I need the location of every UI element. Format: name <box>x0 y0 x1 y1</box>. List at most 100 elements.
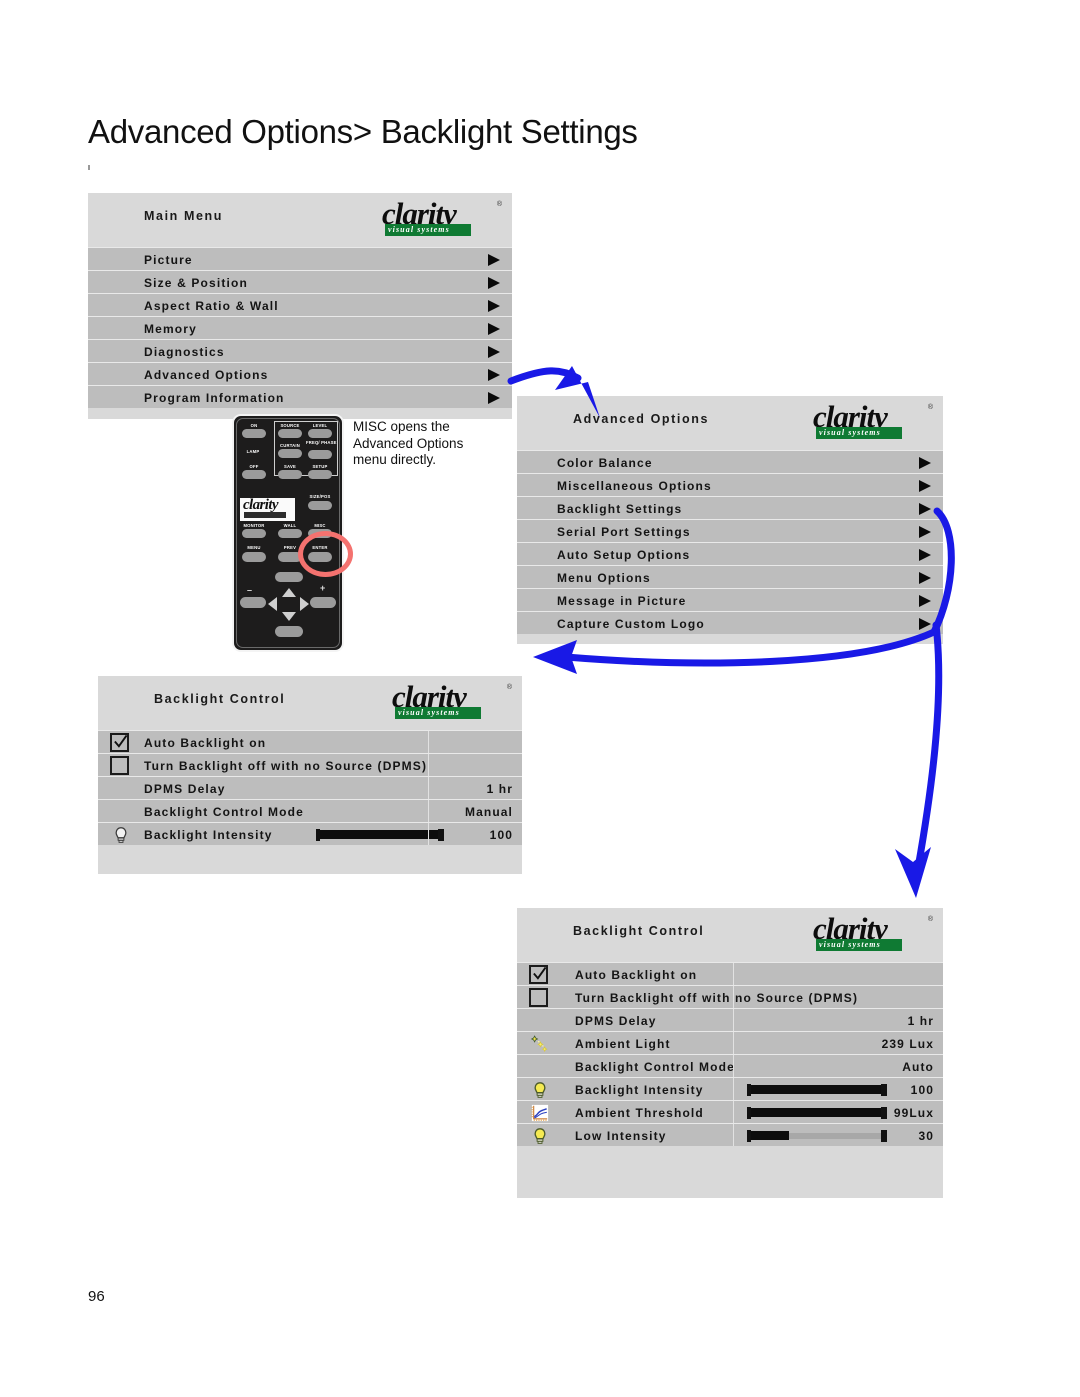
setting-row-turn-backlight-off-with-no-source-dpms[interactable]: Turn Backlight off with no Source (DPMS) <box>517 985 943 1008</box>
setting-row-backlight-intensity[interactable]: Backlight Intensity 100 <box>98 822 522 845</box>
slider-left-cap <box>747 1107 751 1119</box>
clarity-logo-tagline: visual systems <box>819 428 881 437</box>
remote-label-minus: – <box>247 585 253 595</box>
main-menu-item-memory[interactable]: Memory <box>88 316 512 339</box>
remote-label-freq-phase: FREQ/ PHASE <box>306 440 337 445</box>
setting-row-dpms-delay[interactable]: DPMS Delay 1 hr <box>517 1008 943 1031</box>
remote-button-setup[interactable] <box>308 470 332 479</box>
setting-row-dpms-delay[interactable]: DPMS Delay 1 hr <box>98 776 522 799</box>
checkbox-checked[interactable] <box>110 733 129 752</box>
advanced-option-item-auto-setup-options[interactable]: Auto Setup Options <box>517 542 943 565</box>
column-divider <box>733 1009 734 1031</box>
remote-button-on[interactable] <box>242 429 266 438</box>
main-menu-item-picture[interactable]: Picture <box>88 247 512 270</box>
remote-button-curtain[interactable] <box>278 449 302 458</box>
slider-left-cap <box>747 1084 751 1096</box>
remote-label-save: SAVE <box>284 464 296 469</box>
setting-value: 100 <box>489 828 513 842</box>
menu-item-label: Message in Picture <box>557 594 687 608</box>
menu-item-label: Backlight Settings <box>557 502 683 516</box>
slider[interactable] <box>747 1107 887 1119</box>
main-menu-item-advanced-options[interactable]: Advanced Options <box>88 362 512 385</box>
setting-row-backlight-control-mode[interactable]: Backlight Control Mode Auto <box>517 1054 943 1077</box>
backlight-auto-title: Backlight Control <box>573 924 705 938</box>
main-menu-header: Main Menu clarity visual systems ® <box>88 193 512 247</box>
main-menu-item-size-position[interactable]: Size & Position <box>88 270 512 293</box>
checkbox-unchecked[interactable] <box>110 756 129 775</box>
title-rule <box>88 165 90 170</box>
advanced-option-item-miscellaneous-options[interactable]: Miscellaneous Options <box>517 473 943 496</box>
slider-left-cap <box>747 1130 751 1142</box>
main-menu-item-program-information[interactable]: Program Information <box>88 385 512 408</box>
checkbox-cell[interactable] <box>98 731 144 753</box>
trademark-mark: ® <box>506 684 512 691</box>
slider-fill <box>747 1131 789 1140</box>
setting-row-auto-backlight-on[interactable]: Auto Backlight on <box>517 962 943 985</box>
chevron-right-icon <box>919 618 931 630</box>
remote-button-monitor[interactable] <box>242 529 266 538</box>
column-divider <box>733 1078 734 1100</box>
remote-label-menu: MENU <box>247 545 261 550</box>
checkbox-cell[interactable] <box>98 754 144 776</box>
main-menu-item-diagnostics[interactable]: Diagnostics <box>88 339 512 362</box>
remote-button-off[interactable] <box>242 470 266 479</box>
remote-button-source[interactable] <box>278 429 302 438</box>
advanced-option-item-menu-options[interactable]: Menu Options <box>517 565 943 588</box>
menu-item-label: Menu Options <box>557 571 651 585</box>
setting-value: 100 <box>910 1083 934 1097</box>
setting-label: Ambient Light <box>575 1037 671 1051</box>
slider-fill <box>747 1108 886 1117</box>
setting-value: 99Lux <box>893 1106 934 1120</box>
setting-row-turn-backlight-off-with-no-source-dpms[interactable]: Turn Backlight off with no Source (DPMS) <box>98 753 522 776</box>
column-divider <box>428 754 429 776</box>
setting-row-backlight-control-mode[interactable]: Backlight Control Mode Manual <box>98 799 522 822</box>
checkbox-checked[interactable] <box>529 965 548 984</box>
arrow-down-icon <box>282 612 296 621</box>
remote-button-minus[interactable] <box>240 597 266 608</box>
checkbox-cell[interactable] <box>517 986 563 1008</box>
arrowhead-2 <box>533 640 577 674</box>
remote-button-menu[interactable] <box>242 552 266 562</box>
advanced-option-item-message-in-picture[interactable]: Message in Picture <box>517 588 943 611</box>
setting-row-auto-backlight-on[interactable]: Auto Backlight on <box>98 730 522 753</box>
setting-row-ambient-light[interactable]: Ambient Light 239 Lux <box>517 1031 943 1054</box>
setting-row-low-intensity[interactable]: Low Intensity 30 <box>517 1123 943 1146</box>
setting-value: 1 hr <box>486 782 513 796</box>
remote-button-size-pos[interactable] <box>308 501 332 510</box>
advanced-option-item-capture-custom-logo[interactable]: Capture Custom Logo <box>517 611 943 634</box>
remote-button-down-pad[interactable] <box>275 626 303 637</box>
slider-right-cap <box>438 829 444 841</box>
checkbox-cell[interactable] <box>517 963 563 985</box>
remote-label-size-pos: SIZE/POS <box>309 494 331 499</box>
menu-item-label: Auto Setup Options <box>557 548 691 562</box>
checkbox-unchecked[interactable] <box>529 988 548 1007</box>
remote-button-plus[interactable] <box>310 597 336 608</box>
slider[interactable] <box>747 1084 887 1096</box>
advanced-option-item-color-balance[interactable]: Color Balance <box>517 450 943 473</box>
chevron-right-icon <box>919 549 931 561</box>
setting-row-ambient-threshold[interactable]: Ambient Threshold 99Lux <box>517 1100 943 1123</box>
remote-button-wall[interactable] <box>278 529 302 538</box>
advanced-options-panel: Advanced Options clarity visual systems … <box>517 396 943 644</box>
remote-button-up-pad[interactable] <box>275 572 303 582</box>
slider[interactable] <box>747 1130 887 1142</box>
bulb-yellow-icon <box>534 1128 546 1144</box>
main-menu-item-aspect-ratio-wall[interactable]: Aspect Ratio & Wall <box>88 293 512 316</box>
backlight-manual-header: Backlight Control clarity visual systems… <box>98 676 522 730</box>
slider[interactable] <box>316 829 444 841</box>
setting-row-backlight-intensity[interactable]: Backlight Intensity 100 <box>517 1077 943 1100</box>
advanced-option-item-serial-port-settings[interactable]: Serial Port Settings <box>517 519 943 542</box>
chevron-right-icon <box>488 346 500 358</box>
slider-fill <box>316 830 444 839</box>
setting-label: Auto Backlight on <box>575 968 698 982</box>
setting-value: 239 Lux <box>881 1037 934 1051</box>
remote-button-level[interactable] <box>308 429 332 438</box>
remote-label-level: LEVEL <box>312 423 328 428</box>
remote-button-freq-phase[interactable] <box>308 450 332 459</box>
sparkles-icon <box>530 1035 548 1052</box>
main-menu-title: Main Menu <box>144 209 223 223</box>
arrow-right-icon <box>300 597 309 611</box>
advanced-option-item-backlight-settings[interactable]: Backlight Settings <box>517 496 943 519</box>
remote-button-save[interactable] <box>278 470 302 479</box>
chevron-right-icon <box>488 392 500 404</box>
